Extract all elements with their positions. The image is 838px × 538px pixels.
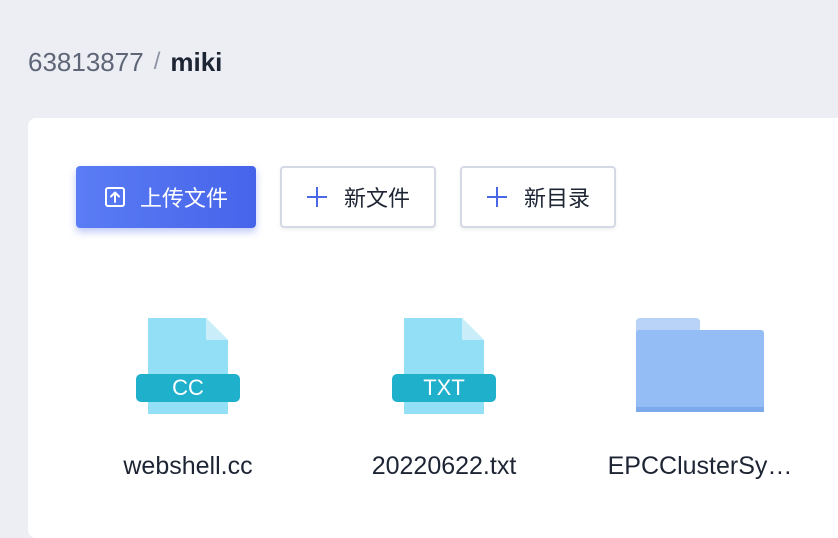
toolbar: 上传文件 新文件 新目录: [76, 166, 616, 228]
file-name[interactable]: EPCClusterSy…: [580, 452, 820, 481]
upload-file-button[interactable]: 上传文件: [76, 166, 256, 228]
new-file-button[interactable]: 新文件: [280, 166, 436, 228]
breadcrumb-parent[interactable]: 63813877: [28, 44, 144, 80]
folder-icon: [636, 318, 764, 412]
file-badge: TXT: [423, 375, 465, 400]
file-item-20220622[interactable]: TXT 20220622.txt: [324, 316, 564, 480]
folder-item-epccluster[interactable]: EPCClusterSy…: [580, 316, 820, 480]
file-item-webshell[interactable]: CC webshell.cc: [68, 316, 308, 480]
plus-icon: [306, 186, 328, 208]
upload-file-label: 上传文件: [139, 186, 228, 211]
file-badge: CC: [172, 375, 204, 400]
new-directory-button[interactable]: 新目录: [460, 166, 616, 228]
breadcrumb: 63813877 / miki: [28, 44, 222, 80]
upload-icon: [104, 186, 126, 208]
new-directory-label: 新目录: [523, 186, 590, 211]
new-file-label: 新文件: [343, 186, 410, 211]
plus-icon: [486, 186, 508, 208]
txt-file-icon: TXT: [392, 318, 496, 414]
file-name[interactable]: 20220622.txt: [324, 452, 564, 481]
file-browser-panel: 上传文件 新文件 新目录 CC webshell.cc TXT 20220622…: [28, 118, 838, 538]
breadcrumb-separator: /: [153, 48, 161, 75]
cc-file-icon: CC: [136, 318, 240, 414]
breadcrumb-current: miki: [170, 47, 223, 77]
file-name[interactable]: webshell.cc: [68, 452, 308, 481]
